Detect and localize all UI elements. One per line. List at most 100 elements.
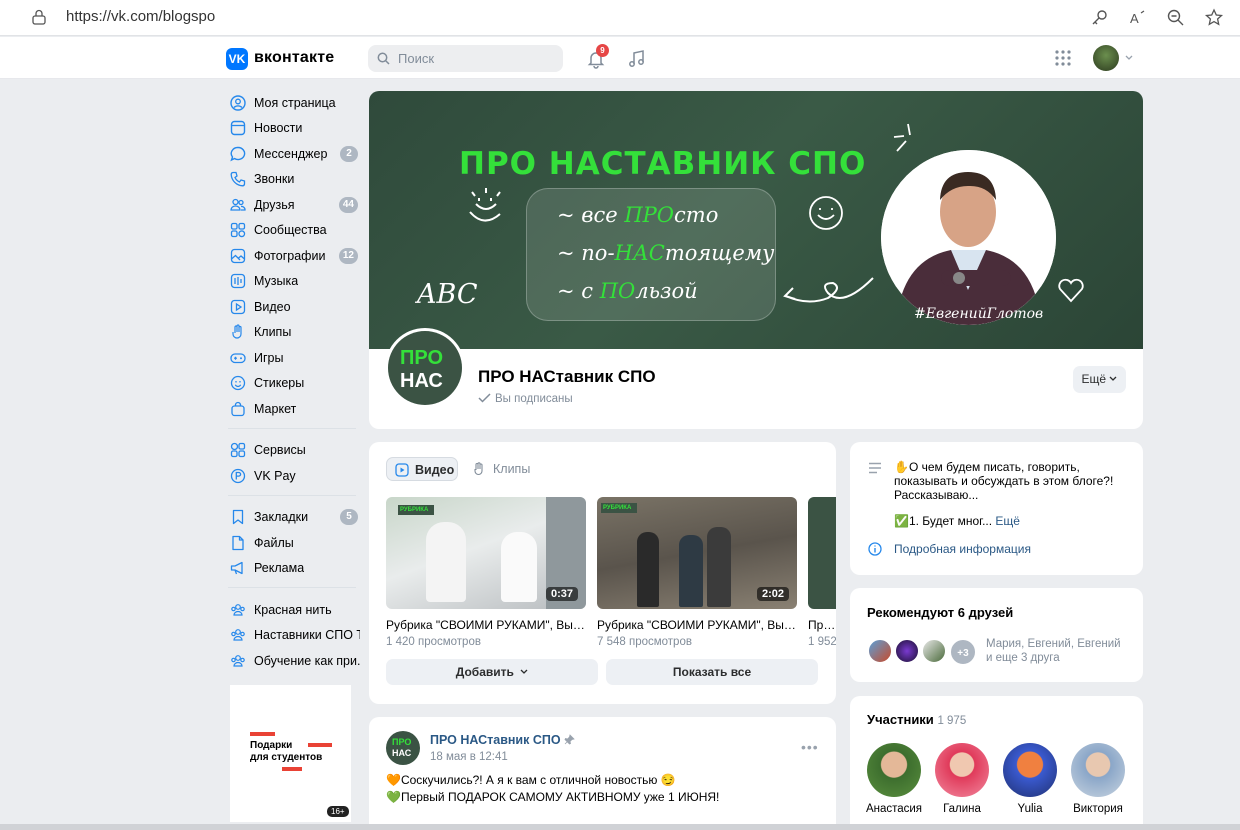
sidebar-item-news[interactable]: Новости xyxy=(228,116,360,141)
slogan-text: ~ по- xyxy=(557,241,615,265)
vk-logo-text[interactable]: вконтакте xyxy=(254,49,334,67)
sidebar-item-calls[interactable]: Звонки xyxy=(228,167,360,192)
promo-decoration xyxy=(282,767,302,771)
member-name[interactable]: Виктория xyxy=(1063,803,1133,815)
video-title[interactable]: Про П xyxy=(808,618,836,632)
info-text-fragment: ✅1. Будет мног... xyxy=(894,514,993,528)
counter-badge: 12 xyxy=(338,248,358,264)
vk-logo-icon[interactable]: VK xyxy=(226,48,248,70)
post-text-line: 🧡Соскучились?! А я к вам с отличной ново… xyxy=(386,773,676,787)
post-author-name[interactable]: ПРО НАСтавник СПО xyxy=(430,733,575,747)
sidebar-item-group-2[interactable]: Наставники СПО Т... xyxy=(228,623,360,648)
friend-avatar[interactable] xyxy=(894,638,920,664)
sidebar-item-photos[interactable]: Фотографии 12 xyxy=(228,244,360,269)
sidebar-item-clips[interactable]: Клипы xyxy=(228,320,360,345)
sidebar-item-bookmarks[interactable]: Закладки 5 xyxy=(228,505,360,530)
read-aloud-icon[interactable]: A xyxy=(1128,8,1148,28)
svg-text:A: A xyxy=(1130,11,1139,26)
info-icon xyxy=(868,542,882,556)
horizontal-scrollbar[interactable] xyxy=(0,824,1240,830)
sidebar-item-group-3[interactable]: Обучение как при... xyxy=(228,649,360,674)
post-author-avatar[interactable]: ПРО НАС xyxy=(386,731,420,765)
slogan-accent: ПРО xyxy=(624,203,675,227)
favorites-icon[interactable] xyxy=(1204,8,1224,28)
sidebar-item-group-1[interactable]: Красная нить xyxy=(228,598,360,623)
sidebar-item-label: Обучение как при... xyxy=(254,654,360,668)
sidebar-item-market[interactable]: Маркет xyxy=(228,397,360,422)
tab-label: Видео xyxy=(415,463,455,477)
video-duration: 2:02 xyxy=(756,587,789,601)
tab-clips[interactable]: Клипы xyxy=(472,457,542,481)
show-more-link[interactable]: Ещё xyxy=(995,514,1020,528)
more-options-icon[interactable]: ••• xyxy=(801,739,819,755)
group-avatar[interactable]: ПРО НАС xyxy=(385,328,465,408)
thumbnail-badge: РУБРИКА xyxy=(601,503,637,513)
search-input[interactable]: Поиск xyxy=(368,45,563,72)
sidebar-item-stickers[interactable]: Стикеры xyxy=(228,371,360,396)
post-date[interactable]: 18 мая в 12:41 xyxy=(430,751,508,763)
sidebar-item-label: Фотографии xyxy=(254,249,326,263)
more-friends-count[interactable]: +3 xyxy=(949,638,977,666)
slogan-line-3: ~ с ПОльзой xyxy=(557,279,698,303)
sidebar-item-friends[interactable]: Друзья 44 xyxy=(228,193,360,218)
slogan-text: тоящему xyxy=(664,241,775,265)
member-avatar[interactable] xyxy=(867,743,921,797)
zoom-out-icon[interactable] xyxy=(1166,8,1186,28)
chevron-down-icon[interactable] xyxy=(1125,55,1133,60)
sidebar-item-ads[interactable]: Реклама xyxy=(228,556,360,581)
add-video-button[interactable]: Добавить xyxy=(386,659,598,685)
member-name[interactable]: Галина xyxy=(927,803,997,815)
thumbnail-figure xyxy=(501,532,537,602)
slogan-line-2: ~ по-НАСтоящему xyxy=(557,241,774,265)
promo-banner[interactable]: Подарки для студентов 16+ xyxy=(230,685,351,822)
info-text-line: Рассказываю... xyxy=(894,488,979,502)
slogan-text: ~ с xyxy=(557,279,600,303)
sidebar-item-label: Игры xyxy=(254,351,284,365)
tab-videos[interactable]: Видео xyxy=(386,457,458,481)
cover-image: ПРО НАСТАВНИК СПО ~ все ПРОсто ~ по-НАСт… xyxy=(369,91,1143,349)
video-title[interactable]: Рубрика "СВОИМИ РУКАМИ", Выпу... xyxy=(597,618,800,632)
show-all-videos-button[interactable]: Показать все xyxy=(606,659,818,685)
sidebar-item-label: Друзья xyxy=(254,198,295,212)
sidebar-item-music[interactable]: Музыка xyxy=(228,269,360,294)
recommend-card: Рекомендуют 6 друзей +3 Мария, Евгений, … xyxy=(850,588,1143,682)
sidebar-item-games[interactable]: Игры xyxy=(228,346,360,371)
video-icon xyxy=(395,463,409,477)
sidebar-item-messenger[interactable]: Мессенджер 2 xyxy=(228,142,360,167)
video-thumbnail[interactable]: РУБРИКА 2:02 xyxy=(597,497,797,609)
member-avatar[interactable] xyxy=(935,743,989,797)
sidebar-item-video[interactable]: Видео xyxy=(228,295,360,320)
key-icon[interactable] xyxy=(1089,8,1109,28)
members-title[interactable]: Участники 1 975 xyxy=(867,712,966,727)
chevron-down-icon xyxy=(1109,376,1117,381)
video-title[interactable]: Рубрика "СВОИМИ РУКАМИ", Выпу... xyxy=(386,618,589,632)
user-avatar[interactable] xyxy=(1093,45,1119,71)
group-icon xyxy=(231,655,245,667)
sidebar-item-label: Музыка xyxy=(254,274,299,288)
member-name[interactable]: Yulia xyxy=(995,803,1065,815)
sidebar-item-communities[interactable]: Сообщества xyxy=(228,218,360,243)
sidebar-item-vkpay[interactable]: VK Pay xyxy=(228,464,360,489)
address-bar[interactable]: https://vk.com/blogspo xyxy=(66,8,215,25)
friend-avatar[interactable] xyxy=(921,638,947,664)
counter-badge: 2 xyxy=(340,146,358,162)
counter-badge: 5 xyxy=(340,509,358,525)
apps-grid-icon[interactable] xyxy=(1055,50,1071,66)
sidebar-item-files[interactable]: Файлы xyxy=(228,531,360,556)
member-avatar[interactable] xyxy=(1003,743,1057,797)
video-thumbnail[interactable]: РУБРИКА 0:37 xyxy=(386,497,586,609)
music-icon[interactable] xyxy=(627,49,647,69)
member-name[interactable]: Анастасия xyxy=(859,803,929,815)
sidebar-item-my-page[interactable]: Моя страница xyxy=(228,91,360,116)
more-button[interactable]: Ещё xyxy=(1073,366,1126,393)
slogan-accent: ПО xyxy=(599,279,636,303)
video-thumbnail[interactable] xyxy=(808,497,836,609)
sidebar-item-services[interactable]: Сервисы xyxy=(228,438,360,463)
sidebar-divider xyxy=(228,495,356,496)
avatar-text-top: ПРО xyxy=(400,347,444,369)
friend-avatar[interactable] xyxy=(867,638,893,664)
details-link[interactable]: Подробная информация xyxy=(894,542,1031,556)
text-lines-icon xyxy=(869,462,881,474)
subscription-status[interactable]: Вы подписаны xyxy=(478,393,573,405)
member-avatar[interactable] xyxy=(1071,743,1125,797)
